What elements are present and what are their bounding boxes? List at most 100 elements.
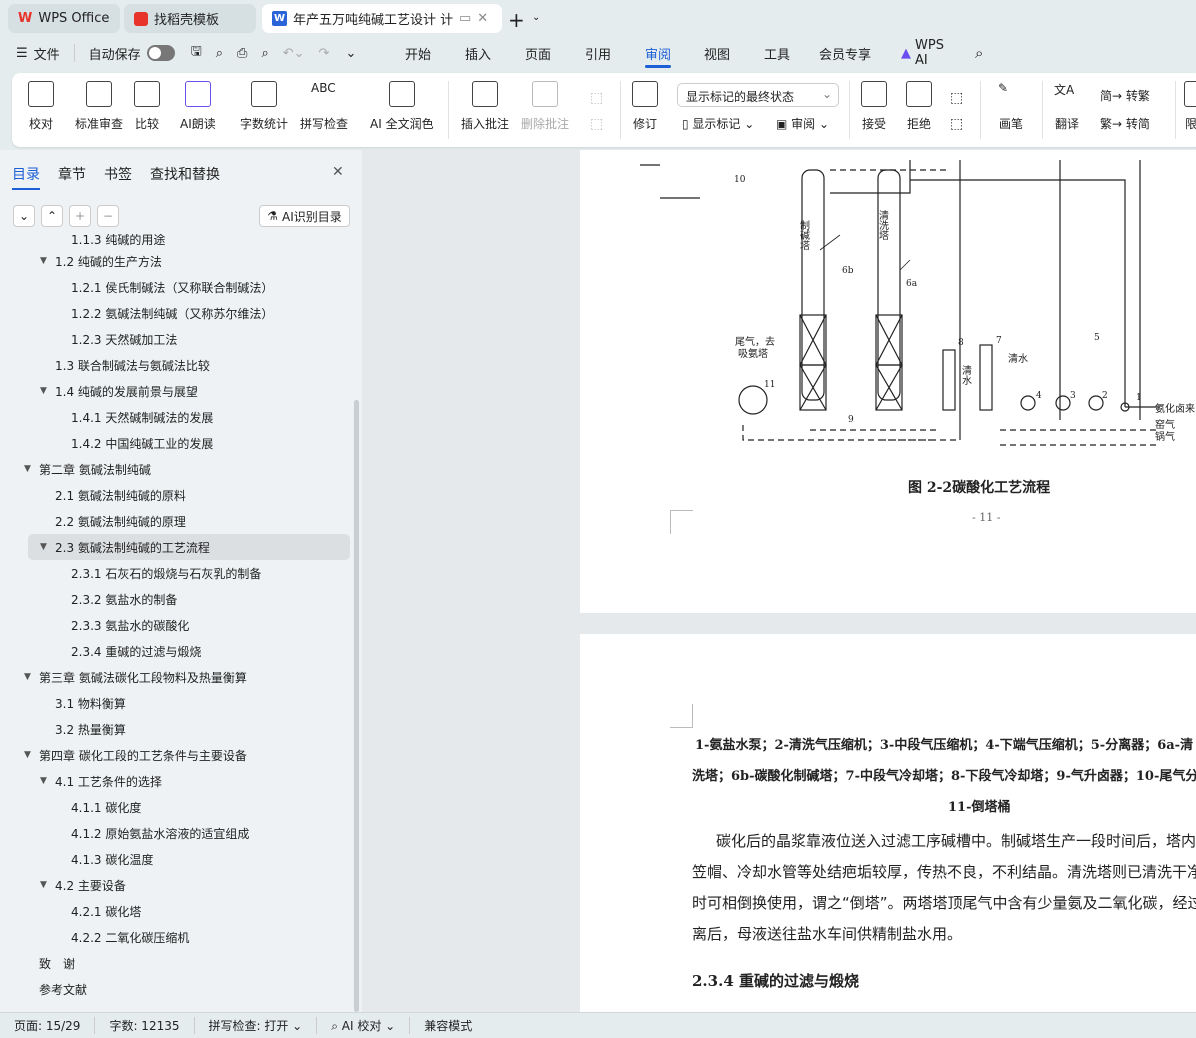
menu-wps-ai[interactable]: WPS AI [915, 38, 955, 68]
toc-item[interactable]: ▼ 4.2 主要设备 [0, 872, 352, 898]
toc-item[interactable]: 致 谢 [0, 950, 352, 976]
toc-item[interactable]: ▼ 2.3 氨碱法制纯碱的工艺流程 [28, 534, 350, 560]
restrict-button[interactable]: 限制 [1184, 81, 1196, 132]
hamburger-icon[interactable]: ☰ [16, 46, 28, 61]
tab-wps-office[interactable]: W WPS Office [8, 4, 120, 33]
toc-item[interactable]: 2.2 氨碱法制纯碱的原理 [0, 508, 352, 534]
expand-arrow-icon[interactable]: ▼ [24, 750, 31, 760]
toc-item[interactable]: 1.2.1 侯氏制碱法（又称联合制碱法） [0, 274, 352, 300]
menu-view[interactable]: 视图 [704, 44, 764, 63]
prev-next-change-icon[interactable]: ⬚ ⬚ [950, 85, 963, 137]
toc-item[interactable]: 1.4.2 中国纯碱工业的发展 [0, 430, 352, 456]
translate-button[interactable]: 文A 翻译 [1054, 81, 1080, 132]
to-simplified-button[interactable]: 繁→ 转简 [1100, 115, 1150, 132]
scrollbar[interactable] [354, 400, 359, 1012]
toc-item[interactable]: ▼ 4.1 工艺条件的选择 [0, 768, 352, 794]
review-pane-button[interactable]: ▣ 审阅 ⌄ [776, 115, 829, 132]
close-pane-icon[interactable]: ✕ [332, 164, 344, 180]
toc-item[interactable]: 4.1.1 碳化度 [0, 794, 352, 820]
collapse-up-button[interactable]: ⌃ [41, 205, 63, 227]
remove-heading-button[interactable]: − [97, 205, 119, 227]
compare-button[interactable]: 比较 [134, 81, 160, 132]
menu-review[interactable]: 审阅 [645, 44, 704, 63]
tab-toc[interactable]: 目录 [12, 164, 40, 190]
print-icon[interactable]: ⎙ [237, 46, 247, 61]
ai-proofread-status[interactable]: ⌕ AI 校对 ⌄ [317, 1017, 411, 1034]
ai-toc-button[interactable]: ⚗ AI识别目录 [259, 205, 350, 227]
toc-item[interactable]: 3.1 物料衡算 [0, 690, 352, 716]
pen-button[interactable]: ✎ 画笔 [998, 81, 1024, 132]
menu-page[interactable]: 页面 [525, 44, 585, 63]
toc-item[interactable]: 4.1.3 碳化温度 [0, 846, 352, 872]
toc-item[interactable]: 2.3.3 氨盐水的碳酸化 [0, 612, 352, 638]
format-painter-icon[interactable]: ⌕ [216, 46, 223, 61]
insert-comment-button[interactable]: 插入批注 [461, 81, 509, 132]
toc-item[interactable]: 2.3.1 石灰石的煅烧与石灰乳的制备 [0, 560, 352, 586]
page-indicator[interactable]: 页面: 15/29 [0, 1017, 96, 1034]
toc-item[interactable]: ▼ 第四章 碳化工段的工艺条件与主要设备 [0, 742, 352, 768]
spell-check-status[interactable]: 拼写检查: 打开 ⌄ [195, 1017, 318, 1034]
menu-file[interactable]: 文件 [34, 44, 60, 63]
autosave-toggle[interactable] [146, 45, 175, 61]
toc-item[interactable]: ▼ 1.4 纯碱的发展前景与展望 [0, 378, 352, 404]
toc-item[interactable]: 2.1 氨碱法制纯碱的原料 [0, 482, 352, 508]
tab-find-replace[interactable]: 查找和替换 [150, 164, 220, 190]
toc-item[interactable]: 1.3 联合制碱法与氨碱法比较 [0, 352, 352, 378]
expand-arrow-icon[interactable]: ▼ [24, 464, 31, 474]
tab-bookmarks[interactable]: 书签 [104, 164, 132, 190]
menu-insert[interactable]: 插入 [465, 44, 525, 63]
proofread-button[interactable]: 校对 [28, 81, 54, 132]
toc-item[interactable]: 3.2 热量衡算 [0, 716, 352, 742]
toc-item[interactable]: ▼ 第三章 氨碱法碳化工段物料及热量衡算 [0, 664, 352, 690]
toc-item[interactable]: 4.2.1 碳化塔 [0, 898, 352, 924]
toc-item[interactable]: 参考文献 [0, 976, 352, 1002]
menu-tools[interactable]: 工具 [764, 44, 819, 63]
to-traditional-button[interactable]: 简→ 转繁 [1100, 87, 1150, 104]
menu-start[interactable]: 开始 [405, 44, 465, 63]
search-icon[interactable]: ⌕ [975, 44, 983, 62]
add-heading-button[interactable]: + [69, 205, 91, 227]
expand-down-button[interactable]: ⌄ [13, 205, 35, 227]
tab-document[interactable]: W 年产五万吨纯碱工艺设计 计算 ▭ ✕ [262, 4, 502, 33]
show-markup-button[interactable]: ▯ 显示标记 ⌄ [682, 115, 754, 132]
markup-state-select[interactable]: 显示标记的最终状态 ⌄ [677, 83, 839, 107]
toc-item[interactable]: ▼ 第二章 氨碱法制纯碱 [0, 456, 352, 482]
toc-item[interactable]: 2.3.4 重碱的过滤与煅烧 [0, 638, 352, 664]
menu-member[interactable]: 会员专享 [819, 44, 901, 63]
ai-read-button[interactable]: AI朗读 [180, 81, 216, 132]
toc-item[interactable]: 4.2.2 二氧化碳压缩机 [0, 924, 352, 950]
expand-arrow-icon[interactable]: ▼ [40, 256, 47, 266]
standard-review-button[interactable]: 标准审查 [75, 81, 123, 132]
print-preview-icon[interactable]: ⌕ [261, 46, 268, 61]
toc-item[interactable]: 1.1.3 纯碱的用途 [0, 234, 352, 248]
spell-check-button[interactable]: ABC 拼写检查 [300, 81, 348, 132]
save-icon[interactable]: 🖫 [191, 42, 202, 64]
tab-sections[interactable]: 章节 [58, 164, 86, 190]
expand-arrow-icon[interactable]: ▼ [40, 776, 47, 786]
toc-item[interactable]: 2.3.2 氨盐水的制备 [0, 586, 352, 612]
expand-arrow-icon[interactable]: ▼ [40, 386, 47, 396]
delete-comment-button[interactable]: 删除批注 [521, 81, 569, 132]
expand-arrow-icon[interactable]: ▼ [40, 542, 47, 552]
toc-item[interactable]: 1.4.1 天然碱制碱法的发展 [0, 404, 352, 430]
redo-icon[interactable]: ↷ [319, 46, 330, 61]
new-tab-icon[interactable]: + [508, 8, 525, 32]
track-changes-button[interactable]: 修订 [632, 81, 658, 132]
tab-template[interactable]: 找稻壳模板 [124, 4, 256, 33]
more-chevron-icon[interactable]: ⌄ [345, 46, 356, 61]
expand-arrow-icon[interactable]: ▼ [24, 672, 31, 682]
prev-next-comment-icon[interactable]: ⬚ ⬚ [590, 85, 603, 137]
undo-icon[interactable]: ↶⌄ [283, 46, 305, 61]
reject-button[interactable]: 拒绝 [906, 81, 932, 132]
word-count-button[interactable]: 字数统计 [240, 81, 288, 132]
word-count[interactable]: 字数: 12135 [95, 1017, 195, 1034]
toc-item[interactable]: 1.2.2 氨碱法制纯碱（又称苏尔维法） [0, 300, 352, 326]
toc-item[interactable]: 4.1.2 原始氨盐水溶液的适宜组成 [0, 820, 352, 846]
chevron-down-icon[interactable]: ⌄ [532, 12, 540, 23]
menu-references[interactable]: 引用 [585, 44, 645, 63]
toc-item[interactable]: 1.2.3 天然碱加工法 [0, 326, 352, 352]
toc-item[interactable]: ▼ 1.2 纯碱的生产方法 [0, 248, 352, 274]
ai-polish-button[interactable]: AI 全文润色 [370, 81, 434, 132]
expand-arrow-icon[interactable]: ▼ [40, 880, 47, 890]
close-tab-icon[interactable]: ✕ [477, 11, 488, 26]
